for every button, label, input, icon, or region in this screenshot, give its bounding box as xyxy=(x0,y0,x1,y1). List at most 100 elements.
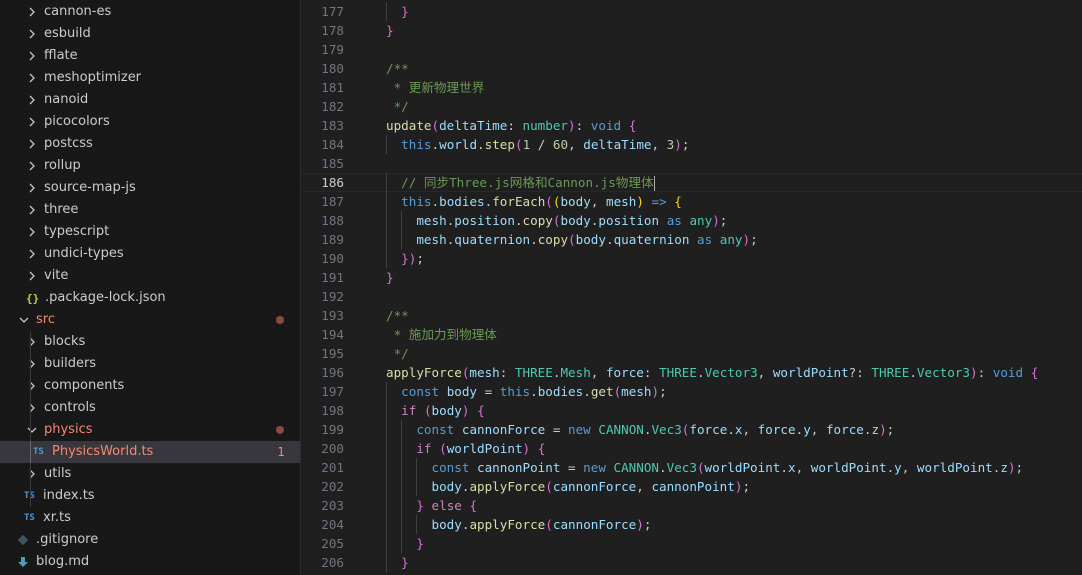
folder-postcss[interactable]: postcss xyxy=(0,133,300,155)
folder-blocks[interactable]: blocks xyxy=(0,331,300,353)
tree-item-label: rollup xyxy=(44,158,81,173)
indent-guide xyxy=(416,515,418,534)
indent-guide xyxy=(386,401,387,420)
code-text: body.applyForce(cannonForce); xyxy=(431,517,652,532)
code-line[interactable]: 184 this.world.step(1 / 60, deltaTime, 3… xyxy=(302,135,1082,154)
indent-guide xyxy=(386,439,387,458)
explorer-sidebar: cannon-es esbuild fflate meshoptimizer nanoi… xyxy=(0,0,301,575)
folder-fflate[interactable]: fflate xyxy=(0,45,300,67)
code-line[interactable]: 183 update(deltaTime: number): void { xyxy=(302,116,1082,135)
code-line[interactable]: 180 /** xyxy=(302,59,1082,78)
tree-item-label: controls xyxy=(44,400,96,415)
code-line[interactable]: 204 body.applyForce(cannonForce); xyxy=(302,515,1082,534)
indent-guide-active xyxy=(30,441,31,463)
code-line[interactable]: 178} xyxy=(302,21,1082,40)
indent-guide xyxy=(386,211,387,230)
folder-components[interactable]: components xyxy=(0,375,300,397)
line-number: 183 xyxy=(321,118,344,133)
chevron-right-icon xyxy=(24,202,40,218)
tree-item-label: .package-lock.json xyxy=(45,290,166,305)
code-line[interactable]: 188 mesh.position.copy(body.position as … xyxy=(302,211,1082,230)
code-line[interactable]: 198 if (body) { xyxy=(302,401,1082,420)
line-number: 189 xyxy=(321,232,344,247)
line-number: 199 xyxy=(321,422,344,437)
folder-controls[interactable]: controls xyxy=(0,397,300,419)
code-text: const cannonPoint = new CANNON.Vec3(worl… xyxy=(431,460,1024,475)
code-line[interactable]: 192 xyxy=(302,287,1082,306)
tree-item-label: three xyxy=(44,202,79,217)
code-line[interactable]: 195 */ xyxy=(302,344,1082,363)
folder-meshoptimizer[interactable]: meshoptimizer xyxy=(0,67,300,89)
file-physicsworld-ts[interactable]: TS PhysicsWorld.ts 1 xyxy=(0,441,300,463)
typescript-file-icon: TS xyxy=(33,447,44,457)
problem-count-badge: 1 xyxy=(277,445,285,459)
code-line[interactable]: 196 applyForce(mesh: THREE.Mesh, force: T… xyxy=(302,363,1082,382)
folder-cannon-es[interactable]: cannon-es xyxy=(0,1,300,23)
code-line[interactable]: 199 const cannonForce = new CANNON.Vec3(… xyxy=(302,420,1082,439)
folder-physics[interactable]: physics xyxy=(0,419,300,441)
line-number: 185 xyxy=(321,156,344,171)
code-text: * 更新物理世界 xyxy=(386,80,485,95)
code-text: const body = this.bodies.get(mesh); xyxy=(401,384,667,399)
chevron-down-icon xyxy=(16,312,32,328)
code-line[interactable]: 202 body.applyForce(cannonForce, cannonP… xyxy=(302,477,1082,496)
code-line[interactable]: 206 } xyxy=(302,553,1082,572)
code-line[interactable]: 190 }); xyxy=(302,249,1082,268)
code-line[interactable]: 197 const body = this.bodies.get(mesh); xyxy=(302,382,1082,401)
folder-builders[interactable]: builders xyxy=(0,353,300,375)
folder-utils[interactable]: utils xyxy=(0,463,300,485)
code-line[interactable]: 177 } xyxy=(302,2,1082,21)
tree-item-label: source-map-js xyxy=(44,180,136,195)
code-text: * 施加力到物理体 xyxy=(386,327,497,342)
chevron-right-icon xyxy=(24,26,40,42)
file-index-ts[interactable]: TSindex.ts xyxy=(0,485,300,507)
folder-typescript[interactable]: typescript xyxy=(0,221,300,243)
code-line[interactable]: 200 if (worldPoint) { xyxy=(302,439,1082,458)
code-line[interactable]: 201 const cannonPoint = new CANNON.Vec3(… xyxy=(302,458,1082,477)
line-number: 187 xyxy=(321,194,344,209)
folder-source-map-js[interactable]: source-map-js xyxy=(0,177,300,199)
folder-src[interactable]: src xyxy=(0,309,300,331)
git-file-icon xyxy=(17,532,33,548)
code-line[interactable]: 191} xyxy=(302,268,1082,287)
chevron-down-icon xyxy=(24,422,40,438)
indent-guide xyxy=(401,439,403,458)
code-line[interactable]: 182 */ xyxy=(302,97,1082,116)
file-gitignore[interactable]: .gitignore xyxy=(0,529,300,551)
folder-rollup[interactable]: rollup xyxy=(0,155,300,177)
file-blog-md[interactable]: blog.md xyxy=(0,551,300,573)
folder-undici-types[interactable]: undici-types xyxy=(0,243,300,265)
chevron-right-icon xyxy=(24,400,40,416)
code-line[interactable]: 181 * 更新物理世界 xyxy=(302,78,1082,97)
chevron-right-icon xyxy=(24,378,40,394)
folder-nanoid[interactable]: nanoid xyxy=(0,89,300,111)
code-line[interactable]: 205 } xyxy=(302,534,1082,553)
code-line[interactable]: 187 this.bodies.forEach((body, mesh) => … xyxy=(302,192,1082,211)
json-file-icon: {} xyxy=(26,291,40,305)
tree-item-label: PhysicsWorld.ts xyxy=(52,444,154,459)
indent-guide xyxy=(386,534,387,553)
code-editor[interactable]: 177 } 178} 179 180/** 181 * 更新物理世界 182 */183 u… xyxy=(302,0,1082,575)
code-line[interactable]: 203 } else { xyxy=(302,496,1082,515)
folder-three[interactable]: three xyxy=(0,199,300,221)
chevron-right-icon xyxy=(24,268,40,284)
file-xr-ts[interactable]: TS xr.ts xyxy=(0,507,300,529)
folder-esbuild[interactable]: esbuild xyxy=(0,23,300,45)
code-line[interactable]: 193 /** xyxy=(302,306,1082,325)
code-line[interactable]: 194 * 施加力到物理体 xyxy=(302,325,1082,344)
folder-picocolors[interactable]: picocolors xyxy=(0,111,300,133)
code-line[interactable]: 179 xyxy=(302,40,1082,59)
code-line[interactable]: 186 // 同步Three.js网格和Cannon.js物理体 xyxy=(302,173,1082,192)
code-text: body.applyForce(cannonForce, cannonPoint… xyxy=(431,479,751,494)
code-line[interactable]: 185 xyxy=(302,154,1082,173)
line-number: 178 xyxy=(321,23,344,38)
code-text: } xyxy=(401,555,409,570)
tree-item-label: postcss xyxy=(44,136,93,151)
code-line[interactable]: 189 mesh.quaternion.copy(body.quaternion… xyxy=(302,230,1082,249)
folder-vite[interactable]: vite xyxy=(0,265,300,287)
code-text: } xyxy=(386,23,394,38)
tree-item-label: picocolors xyxy=(44,114,110,129)
code-text: if (body) { xyxy=(401,403,485,418)
indent-guide xyxy=(401,477,403,496)
file-package-lock-json[interactable]: {} .package-lock.json xyxy=(0,287,300,309)
